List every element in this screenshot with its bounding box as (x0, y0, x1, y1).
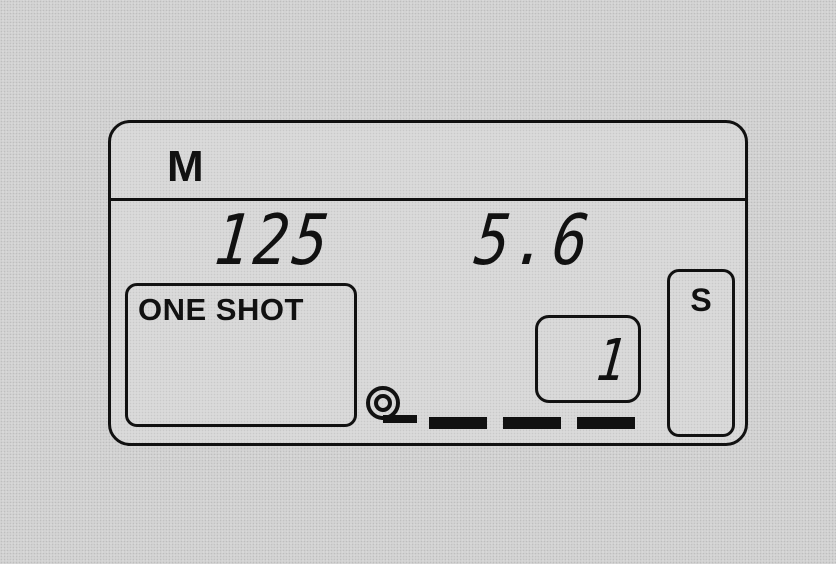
af-mode-box: ONE SHOT (125, 283, 357, 427)
shutter-speed-readout: 125 (211, 199, 337, 281)
aperture-readout: 5.6 (471, 199, 597, 281)
film-load-segment (503, 417, 561, 429)
drive-mode-box: S (667, 269, 735, 437)
film-load-segment (577, 417, 635, 429)
exposure-mode-indicator: M (167, 142, 204, 191)
lcd-panel: M 125 5.6 ONE SHOT 1 S (108, 120, 748, 446)
exposure-mode-strip: M (111, 123, 745, 201)
frame-counter-box: 1 (535, 315, 641, 403)
drive-mode-label: S (690, 282, 712, 318)
film-load-indicator (429, 417, 649, 431)
af-mode-label: ONE SHOT (138, 292, 304, 327)
frame-counter-readout: 1 (593, 327, 634, 395)
film-load-segment (429, 417, 487, 429)
film-cassette-icon (366, 386, 417, 423)
